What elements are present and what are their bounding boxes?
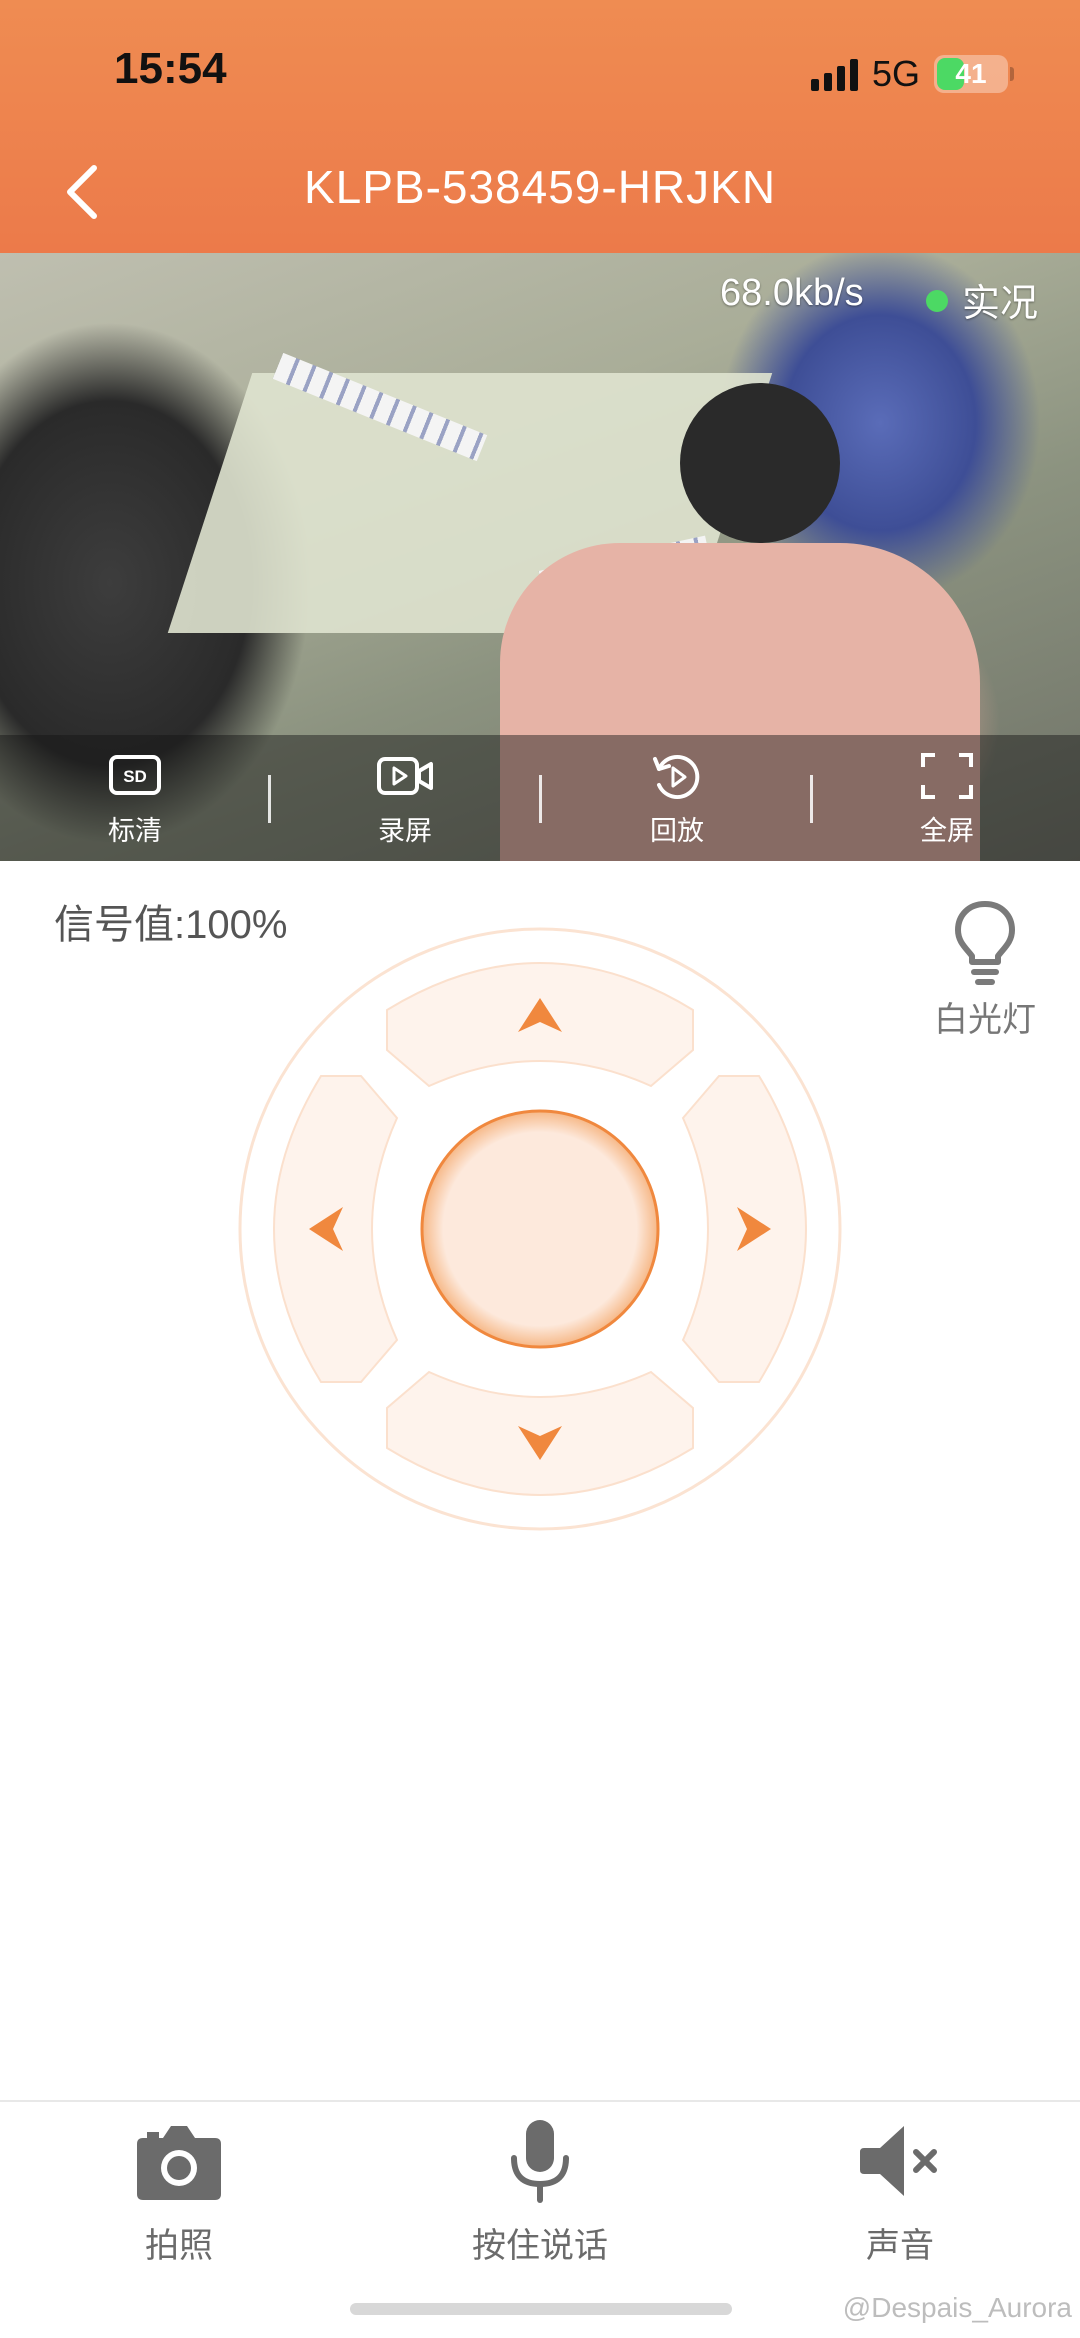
record-label: 录屏	[378, 816, 432, 846]
fullscreen-label: 全屏	[920, 816, 974, 846]
watermark: @Despais_Aurora	[842, 2292, 1072, 2323]
status-bar-right: 5G 41	[810, 52, 1014, 96]
live-indicator-dot	[926, 290, 948, 312]
sd-quality-icon: SD	[109, 755, 161, 795]
record-screen-button[interactable]: 录屏	[335, 749, 475, 859]
battery-icon: 41	[934, 55, 1014, 93]
divider	[810, 775, 813, 823]
divider	[539, 775, 542, 823]
status-time: 15:54	[114, 44, 227, 93]
ptz-direction-pad	[238, 927, 842, 1531]
network-type: 5G	[871, 53, 920, 94]
white-light-label: 白光灯	[934, 1001, 1036, 1039]
playback-label: 回放	[650, 816, 704, 846]
camera-icon	[137, 2126, 221, 2200]
lightbulb-icon	[955, 901, 1015, 985]
speaker-muted-icon	[860, 2126, 937, 2196]
home-indicator[interactable]	[350, 2303, 732, 2315]
playback-button[interactable]: 回放	[607, 749, 747, 859]
white-light-button[interactable]: 白光灯	[920, 898, 1050, 1039]
battery-level: 41	[955, 58, 987, 89]
ptz-center-button[interactable]	[420, 1109, 660, 1349]
header: 15:54 5G 41 KLPB-538459-HRJKN	[0, 0, 1080, 253]
microphone-icon	[511, 2120, 569, 2203]
fullscreen-button[interactable]: 全屏	[877, 749, 1017, 859]
bottom-divider	[0, 2100, 1080, 2102]
divider	[268, 775, 271, 823]
live-label: 实况	[962, 283, 1039, 325]
record-video-icon	[377, 757, 433, 795]
page-title: KLPB-538459-HRJKN	[303, 161, 777, 213]
cellular-signal-icon	[810, 57, 858, 91]
quality-sd-button[interactable]: SD 标清	[65, 749, 205, 859]
quality-label: 标清	[108, 816, 162, 846]
sound-toggle-button[interactable]: 声音	[780, 2116, 1020, 2266]
video-control-bar: SD 标清 录屏 回放 全屏	[0, 735, 1080, 861]
playback-icon	[653, 755, 700, 799]
push-to-talk-button[interactable]: 按住说话	[420, 2116, 660, 2266]
sound-label: 声音	[866, 2227, 934, 2265]
fullscreen-icon	[921, 753, 973, 799]
svg-text:SD: SD	[123, 767, 147, 786]
snapshot-button[interactable]: 拍照	[59, 2116, 299, 2266]
push-to-talk-label: 按住说话	[472, 2227, 608, 2265]
snapshot-label: 拍照	[145, 2227, 213, 2265]
bitrate-readout: 68.0kb/s	[720, 272, 864, 314]
